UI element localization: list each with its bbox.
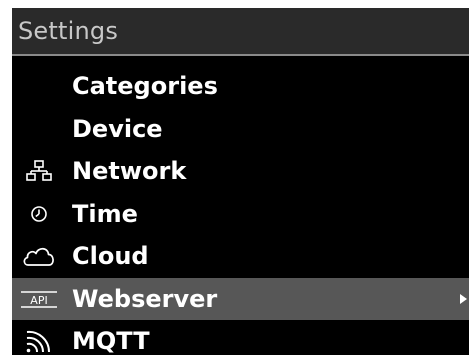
settings-menu: Categories Device Network Time Cloud API… (12, 65, 469, 355)
menu-item-label: Webserver (72, 284, 218, 313)
menu-item-time[interactable]: Time (12, 193, 469, 236)
network-icon (16, 157, 62, 185)
menu-item-network[interactable]: Network (12, 150, 469, 193)
menu-item-label: Time (72, 199, 138, 228)
menu-item-label: Cloud (72, 242, 149, 271)
menu-item-label: Device (72, 114, 163, 143)
menu-item-label: Network (72, 157, 187, 186)
settings-screen: Settings Categories Device Network Time … (12, 8, 469, 355)
menu-item-categories[interactable]: Categories (12, 65, 469, 108)
api-icon-text: API (30, 294, 47, 307)
clock-icon (16, 200, 62, 228)
menu-item-device[interactable]: Device (12, 108, 469, 151)
menu-item-label: Categories (72, 72, 218, 101)
page-title: Settings (18, 17, 119, 45)
menu-item-mqtt[interactable]: MQTT (12, 320, 469, 355)
signal-icon (16, 327, 62, 355)
menu-item-label: MQTT (72, 327, 150, 355)
chevron-right-icon (460, 293, 467, 304)
title-bar: Settings (12, 8, 469, 56)
cloud-icon (16, 242, 62, 270)
menu-item-webserver[interactable]: API Webserver (12, 277, 469, 320)
menu-item-cloud[interactable]: Cloud (12, 235, 469, 278)
api-icon: API (16, 285, 62, 313)
